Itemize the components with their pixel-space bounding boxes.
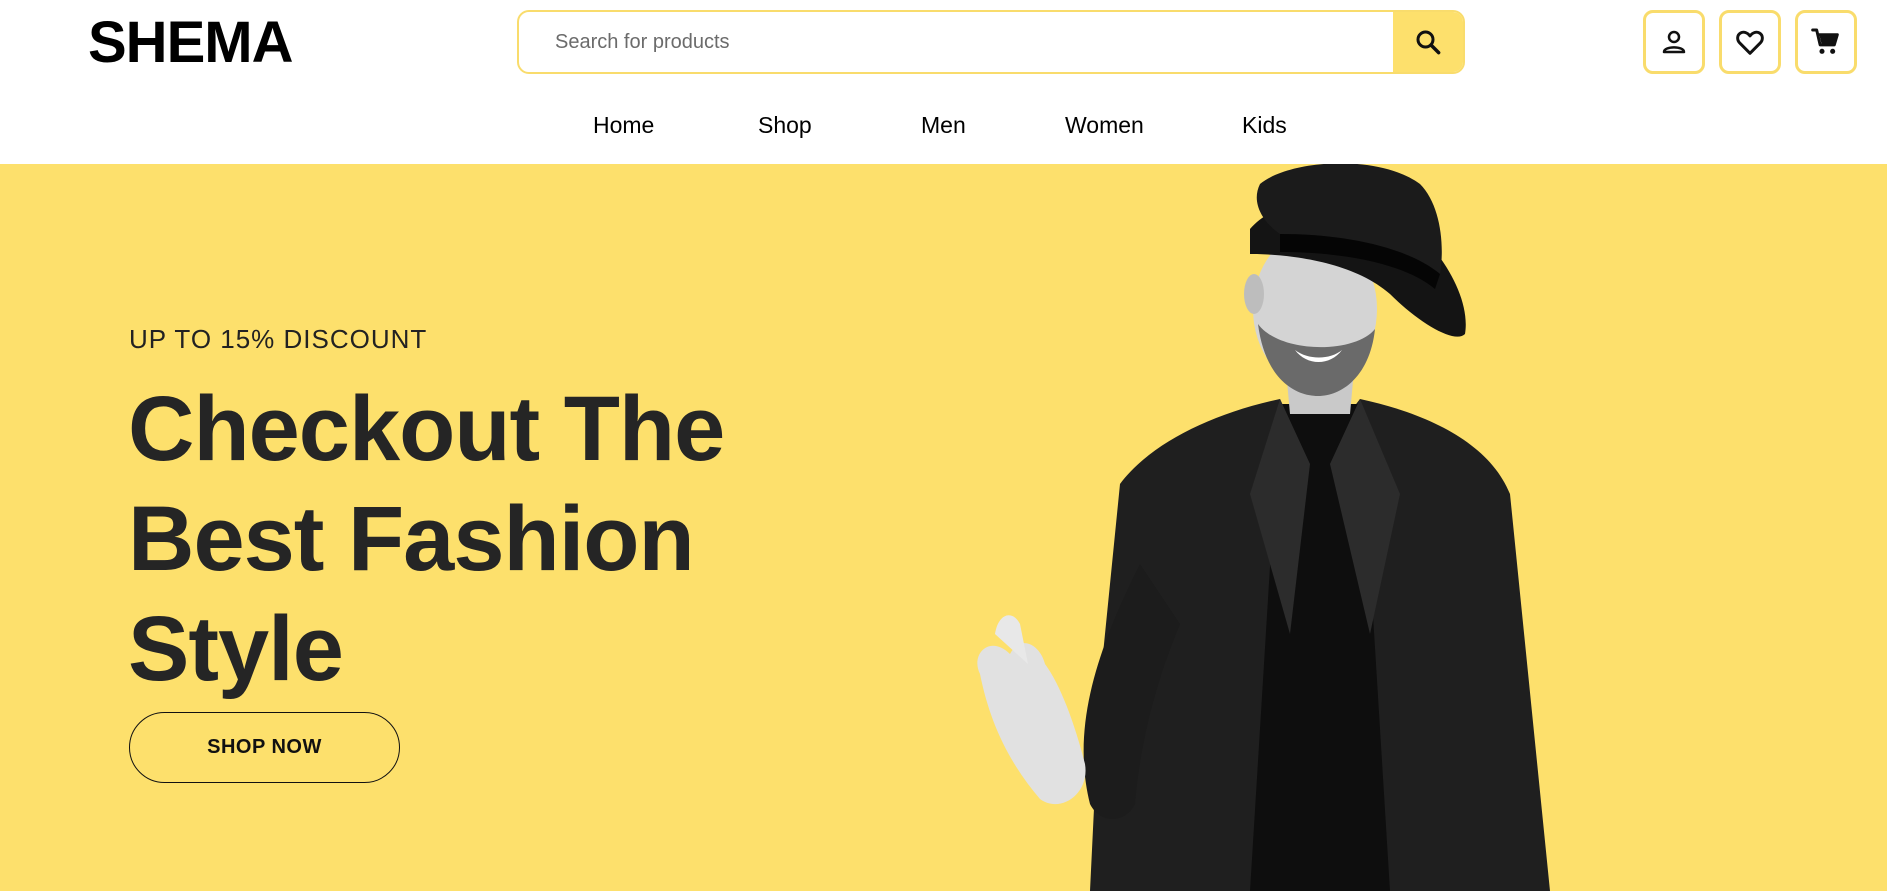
hero-title-line: Style	[128, 598, 344, 700]
hero-title-line: Best Fashion	[128, 488, 695, 590]
hero-title: Checkout The Best Fashion Style	[128, 374, 768, 704]
nav-item-home[interactable]: Home	[593, 112, 654, 139]
cart-button[interactable]	[1795, 10, 1857, 74]
nav-item-shop[interactable]: Shop	[758, 112, 812, 139]
shop-now-button[interactable]: SHOP NOW	[129, 712, 400, 783]
heart-icon	[1736, 30, 1764, 55]
site-header: SHEMA Search for products Home Shop Men …	[0, 0, 1887, 164]
search-button[interactable]	[1393, 12, 1463, 72]
user-icon	[1662, 30, 1686, 54]
account-button[interactable]	[1643, 10, 1705, 74]
hero-model-image	[977, 164, 1550, 891]
discount-label: UP TO 15% DISCOUNT	[129, 324, 428, 354]
hero-banner: UP TO 15% DISCOUNT Checkout The Best Fas…	[0, 164, 1887, 891]
main-nav: Home Shop Men Women Kids	[0, 112, 1887, 152]
hero-title-line: Checkout The	[128, 378, 725, 480]
cart-icon	[1811, 28, 1839, 54]
nav-item-men[interactable]: Men	[921, 112, 966, 139]
nav-item-women[interactable]: Women	[1065, 112, 1144, 139]
nav-item-kids[interactable]: Kids	[1242, 112, 1287, 139]
search-bar	[517, 10, 1465, 74]
search-icon	[1416, 30, 1441, 55]
page: SHEMA Search for products Home Shop Men …	[0, 0, 1887, 891]
brand-logo[interactable]: SHEMA	[88, 10, 293, 76]
wishlist-button[interactable]	[1719, 10, 1781, 74]
search-input[interactable]	[519, 12, 1395, 72]
